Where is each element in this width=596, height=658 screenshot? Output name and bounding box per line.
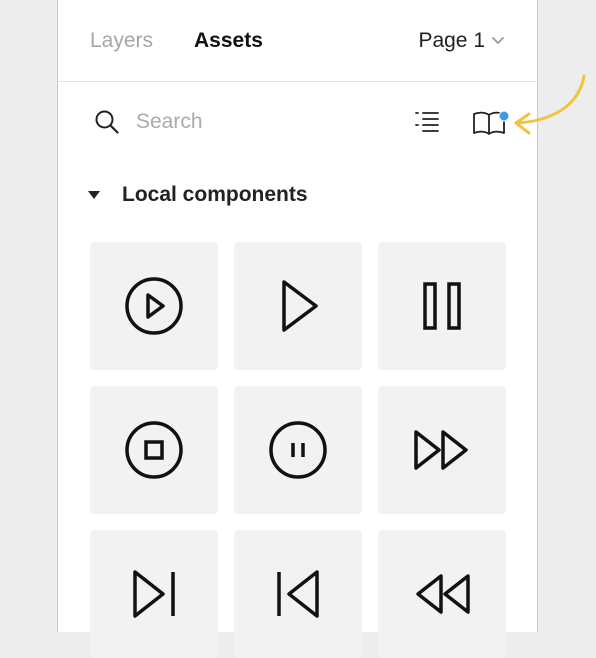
annotation-arrow-icon	[514, 74, 586, 135]
skip-back-icon	[277, 570, 319, 618]
assets-panel: Layers Assets Page 1 Search Local compon…	[57, 0, 538, 658]
local-components-header[interactable]: Local components	[88, 180, 308, 210]
page-selector[interactable]: Page 1	[418, 28, 505, 54]
skip-forward-icon	[133, 570, 175, 618]
tab-layers[interactable]: Layers	[90, 28, 153, 54]
rewind-icon	[416, 574, 470, 614]
component-tile-play-circle[interactable]	[90, 242, 218, 370]
search-row	[58, 100, 537, 144]
list-view-icon[interactable]	[413, 108, 441, 136]
play-circle-icon	[125, 277, 183, 335]
component-tile-skip-forward[interactable]	[90, 530, 218, 658]
search-icon	[95, 110, 119, 134]
section-title: Local components	[122, 183, 308, 206]
component-tile-skip-back[interactable]	[234, 530, 362, 658]
panel-tabs: Layers Assets Page 1	[58, 0, 537, 82]
component-tile-stop-circle[interactable]	[90, 386, 218, 514]
component-tile-fast-forward[interactable]	[378, 386, 506, 514]
component-tile-play[interactable]	[234, 242, 362, 370]
chevron-down-icon	[492, 37, 504, 44]
search-input[interactable]	[136, 106, 386, 138]
collapse-caret-icon	[88, 191, 100, 199]
page-selector-label: Page 1	[418, 29, 485, 52]
play-icon	[282, 280, 318, 332]
component-tile-pause-circle[interactable]	[234, 386, 362, 514]
component-tile-rewind[interactable]	[378, 530, 506, 658]
fast-forward-icon	[414, 430, 468, 470]
pause-circle-icon	[269, 421, 327, 479]
tab-assets[interactable]: Assets	[194, 28, 263, 54]
component-tile-pause[interactable]	[378, 242, 506, 370]
pause-icon	[423, 282, 461, 330]
stop-circle-icon	[125, 421, 183, 479]
